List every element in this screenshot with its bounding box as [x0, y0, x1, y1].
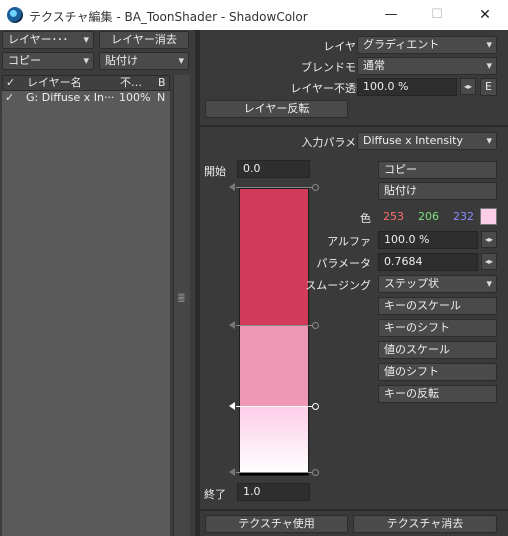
parameter-spinner[interactable]: ◂▸ — [481, 253, 497, 270]
key-handle-2[interactable] — [312, 322, 319, 329]
copy-button[interactable]: コピー — [378, 161, 497, 179]
texture-use-button[interactable]: テクスチャ使用 — [205, 515, 348, 533]
paste-dropdown[interactable]: 貼付け — [99, 52, 189, 70]
app-icon — [7, 7, 23, 23]
layer-dropdown[interactable]: レイヤー･･･ — [2, 31, 94, 49]
value-shift-button[interactable]: 値のシフト — [378, 363, 497, 381]
alpha-label: アルファ — [327, 235, 371, 248]
parameter-field[interactable]: 0.7684 — [378, 253, 478, 271]
smoothing-dropdown[interactable]: ステップ状 — [378, 275, 497, 293]
panel-resize-grip[interactable]: ≡ ≡ — [175, 292, 188, 313]
layer-list-header: ✓ レイヤー名 不… B — [2, 75, 170, 91]
texture-delete-button[interactable]: テクスチャ消去 — [353, 515, 497, 533]
window-title: テクスチャ編集 - BA_ToonShader - ShadowColor — [29, 10, 308, 24]
gradient-segment-2 — [240, 326, 308, 406]
layer-delete-button[interactable]: レイヤー消去 — [99, 31, 189, 49]
start-label: 開始 — [204, 165, 226, 178]
key-handle-end[interactable] — [312, 469, 319, 476]
column-blend[interactable]: B — [158, 76, 166, 90]
layer-row[interactable]: ✓ G: Diffuse x In··· 100% N — [2, 91, 170, 107]
key-line-end — [236, 472, 312, 473]
key-shift-button[interactable]: キーのシフト — [378, 319, 497, 337]
column-layer-name[interactable]: レイヤー名 — [27, 76, 82, 90]
copy-dropdown[interactable]: コピー — [2, 52, 94, 70]
minimize-button[interactable]: — — [368, 0, 414, 30]
layer-opacity-field[interactable]: 100.0 % — [357, 78, 457, 96]
alpha-field[interactable]: 100.0 % — [378, 231, 478, 249]
gradient-editor-panel: レイヤー種 グラディエント ブレンドモード 通常 レイヤー不透明度 100.0 … — [200, 30, 508, 536]
color-green-value[interactable]: 206 — [418, 210, 439, 223]
layer-list-body — [2, 107, 170, 536]
title-bar: テクスチャ編集 - BA_ToonShader - ShadowColor — … — [0, 0, 508, 30]
layer-invert-button[interactable]: レイヤー反転 — [205, 100, 348, 118]
key-invert-button[interactable]: キーの反転 — [378, 385, 497, 403]
layer-type-dropdown[interactable]: グラディエント — [357, 36, 497, 54]
layer-opacity-spinner[interactable]: ◂▸ — [460, 78, 476, 95]
start-field[interactable]: 0.0 — [237, 160, 310, 178]
key-arrow-2[interactable] — [229, 321, 235, 329]
key-line-start — [236, 187, 312, 188]
gradient-bar[interactable] — [239, 188, 309, 476]
key-scale-button[interactable]: キーのスケール — [378, 297, 497, 315]
color-label: 色 — [360, 212, 371, 225]
section-divider — [200, 125, 508, 127]
close-button[interactable]: ✕ — [462, 0, 508, 30]
alpha-spinner[interactable]: ◂▸ — [481, 231, 497, 248]
input-param-dropdown[interactable]: Diffuse x Intensity — [357, 132, 497, 150]
end-field[interactable]: 1.0 — [237, 483, 310, 501]
gradient-segment-3 — [240, 407, 308, 473]
color-red-value[interactable]: 253 — [383, 210, 404, 223]
parameter-label: パラメータ — [316, 257, 371, 270]
end-label: 終了 — [204, 488, 226, 501]
column-opacity[interactable]: 不… — [120, 76, 142, 90]
footer-divider — [200, 509, 508, 511]
key-arrow-selected[interactable] — [229, 402, 235, 410]
key-handle-start[interactable] — [312, 184, 319, 191]
layer-enabled-check[interactable]: ✓ — [5, 91, 14, 105]
color-blue-value[interactable]: 232 — [453, 210, 474, 223]
layer-name: G: Diffuse x In··· — [26, 91, 115, 104]
layer-blend: N — [157, 91, 166, 104]
gradient-segment-1 — [240, 189, 308, 325]
maximize-button[interactable]: ☐ — [414, 0, 460, 30]
envelope-button[interactable]: E — [480, 78, 497, 96]
color-swatch[interactable] — [480, 208, 497, 225]
key-line-selected — [236, 406, 312, 407]
layer-panel: レイヤー･･･ レイヤー消去 コピー 貼付け ✓ レイヤー名 不… B ✓ G:… — [0, 30, 195, 536]
smoothing-label: スムージング — [305, 279, 371, 292]
paste-button[interactable]: 貼付け — [378, 182, 497, 200]
layer-opacity: 100% — [119, 91, 151, 104]
key-arrow-start[interactable] — [229, 183, 235, 191]
key-arrow-end[interactable] — [229, 468, 235, 476]
key-line-2 — [236, 325, 312, 326]
blend-mode-dropdown[interactable]: 通常 — [357, 57, 497, 75]
key-handle-selected[interactable] — [312, 403, 319, 410]
value-scale-button[interactable]: 値のスケール — [378, 341, 497, 359]
column-check[interactable]: ✓ — [6, 76, 15, 90]
